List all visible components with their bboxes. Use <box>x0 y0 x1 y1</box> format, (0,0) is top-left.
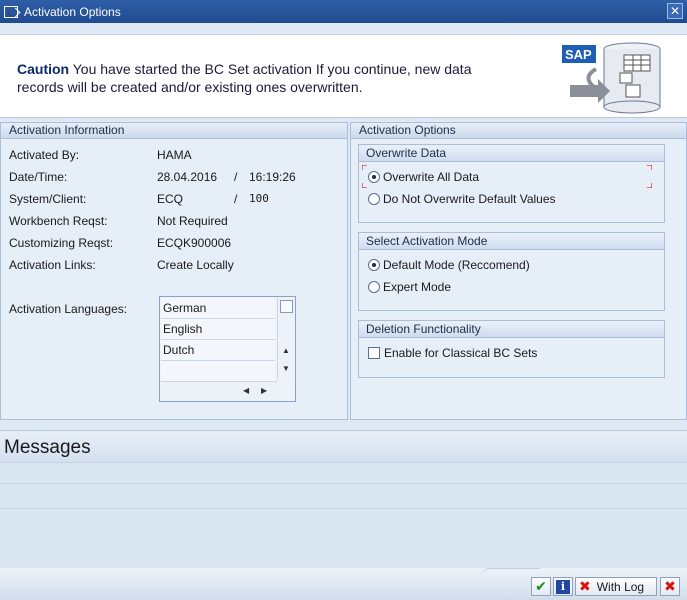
system-value: ECQ <box>157 192 184 206</box>
activation-options-panel: Activation Options Overwrite Data Overwr… <box>350 122 687 420</box>
date-value: 28.04.2016 <box>157 170 218 184</box>
customizing-label: Customizing Reqst: <box>9 236 114 250</box>
caution-text: Caution You have started the BC Set acti… <box>17 60 517 96</box>
sap-logo-text: SAP <box>565 47 592 62</box>
activation-links-label: Activation Links: <box>9 258 96 272</box>
language-item[interactable]: English <box>161 319 275 340</box>
do-not-overwrite-label: Do Not Overwrite Default Values <box>383 192 556 206</box>
date-time-label: Date/Time: <box>9 170 68 184</box>
overwrite-data-group: Overwrite Data Overwrite All Data Do Not… <box>358 144 665 223</box>
messages-divider <box>0 508 687 509</box>
title-bar: Activation Options ✕ <box>0 0 687 23</box>
expert-mode-option[interactable]: Expert Mode <box>368 280 451 294</box>
deletion-functionality-group: Deletion Functionality Enable for Classi… <box>358 320 665 378</box>
dialog-icon <box>4 5 18 18</box>
with-log-icon: ✖ <box>579 578 591 594</box>
messages-area: Messages <box>0 430 687 580</box>
info-icon: i <box>556 579 570 594</box>
enable-classical-bc-sets-option[interactable]: Enable for Classical BC Sets <box>368 346 537 360</box>
language-empty-row <box>161 361 275 382</box>
system-client-label: System/Client: <box>9 192 87 206</box>
with-log-label: With Log <box>596 579 645 594</box>
languages-vertical-scrollbar[interactable]: ▲ ▼ <box>277 298 294 380</box>
activation-information-header: Activation Information <box>1 123 347 139</box>
select-all-icon[interactable] <box>280 300 293 313</box>
date-separator: / <box>234 170 238 184</box>
info-button[interactable]: i <box>553 577 573 596</box>
close-button[interactable]: ✕ <box>667 3 683 19</box>
focus-corner-icon <box>362 165 367 170</box>
client-separator: / <box>234 192 238 206</box>
language-item[interactable]: German <box>161 298 275 319</box>
client-value: 100 <box>249 192 269 205</box>
checkbox-unchecked-icon[interactable] <box>368 347 380 359</box>
activation-information-panel: Activation Information Activated By: HAM… <box>0 122 348 420</box>
caution-label: Caution <box>17 61 70 77</box>
customizing-value: ECQK900006 <box>157 236 232 250</box>
focus-corner-icon <box>647 165 652 170</box>
time-value: 16:19:26 <box>249 170 296 184</box>
scroll-right-icon[interactable]: ▶ <box>261 386 267 395</box>
with-log-button[interactable]: ✖ With Log <box>575 577 657 596</box>
activated-by-label: Activated By: <box>9 148 80 162</box>
languages-horizontal-scrollbar[interactable]: ◀ ▶ <box>161 381 277 400</box>
caution-banner: Caution You have started the BC Set acti… <box>0 34 687 118</box>
scroll-left-icon[interactable]: ◀ <box>243 386 249 395</box>
activation-options-header: Activation Options <box>351 123 686 139</box>
window-title: Activation Options <box>24 4 121 19</box>
workbench-label: Workbench Reqst: <box>9 214 108 228</box>
radio-selected-icon[interactable] <box>368 171 380 183</box>
language-item[interactable]: Dutch <box>161 340 275 361</box>
activation-languages-label: Activation Languages: <box>9 302 128 316</box>
overwrite-all-data-label: Overwrite All Data <box>383 170 480 184</box>
scroll-up-icon[interactable]: ▲ <box>282 346 290 355</box>
activated-by-value: HAMA <box>157 148 192 162</box>
overwrite-data-header: Overwrite Data <box>359 145 664 162</box>
focus-corner-icon <box>647 183 652 188</box>
do-not-overwrite-option[interactable]: Do Not Overwrite Default Values <box>368 192 556 206</box>
enable-classical-bc-sets-label: Enable for Classical BC Sets <box>384 346 538 360</box>
radio-unselected-icon[interactable] <box>368 281 380 293</box>
activation-mode-header: Select Activation Mode <box>359 233 664 250</box>
default-mode-label: Default Mode (Reccomend) <box>383 258 530 272</box>
focus-corner-icon <box>362 183 367 188</box>
default-mode-option[interactable]: Default Mode (Reccomend) <box>368 258 530 272</box>
caution-message: You have started the BC Set activation I… <box>17 61 472 95</box>
radio-unselected-icon[interactable] <box>368 193 380 205</box>
activation-mode-group: Select Activation Mode Default Mode (Rec… <box>358 232 665 311</box>
activation-links-value: Create Locally <box>157 258 234 272</box>
messages-divider <box>0 483 687 484</box>
overwrite-all-data-option[interactable]: Overwrite All Data <box>368 170 479 184</box>
cancel-button[interactable]: ✖ <box>660 577 680 596</box>
radio-selected-icon[interactable] <box>368 259 380 271</box>
languages-table[interactable]: German English Dutch ▲ ▼ ◀ ▶ <box>159 296 296 402</box>
deletion-functionality-header: Deletion Functionality <box>359 321 664 338</box>
confirm-button[interactable]: ✔ <box>531 577 551 596</box>
expert-mode-label: Expert Mode <box>383 280 452 294</box>
sap-activation-graphic: SAP <box>562 42 661 114</box>
scroll-down-icon[interactable]: ▼ <box>282 364 290 373</box>
workbench-value: Not Required <box>157 214 228 228</box>
messages-header: Messages <box>0 431 687 463</box>
